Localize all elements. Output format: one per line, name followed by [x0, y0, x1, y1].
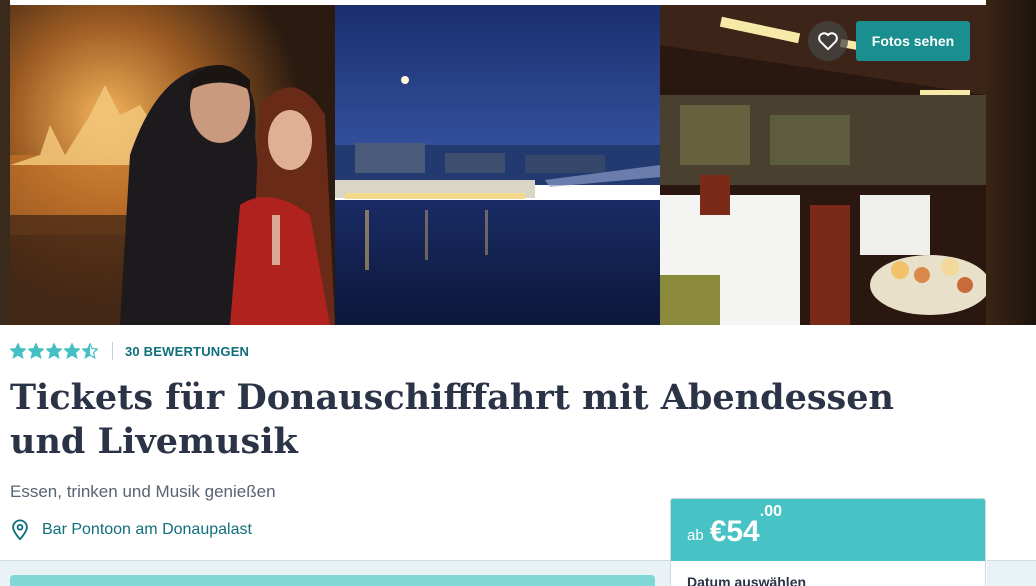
location-link[interactable]: Bar Pontoon am Donaupalast	[10, 519, 252, 541]
price-amount: €54	[709, 515, 760, 548]
photo-gallery: Fotos sehen	[0, 0, 1036, 325]
photo-couple-image	[10, 5, 335, 325]
rating-row: 30 BEWERTUNGEN	[10, 340, 249, 362]
reviews-count-link[interactable]: 30 BEWERTUNGEN	[125, 344, 249, 359]
photo-river-image	[335, 5, 660, 325]
see-photos-button[interactable]: Fotos sehen	[856, 21, 970, 61]
page-title: Tickets für Donauschifffahrt mit Abendes…	[10, 377, 894, 462]
price-header: ab €54 .00	[671, 499, 985, 561]
select-date-label[interactable]: Datum auswählen	[671, 561, 985, 586]
star-icon	[28, 343, 44, 359]
map-pin-icon	[12, 519, 28, 541]
page-subtitle: Essen, trinken und Musik genießen	[10, 482, 276, 501]
favorite-button[interactable]	[808, 21, 848, 61]
gallery-edge-right	[986, 0, 1036, 325]
gallery-edge-left	[0, 0, 10, 325]
booking-card: ab €54 .00 Datum auswählen	[670, 498, 986, 586]
price-prefix: ab	[687, 527, 704, 544]
content-section-background-right	[987, 560, 1036, 586]
star-icon	[10, 343, 26, 359]
star-icon	[82, 343, 98, 359]
star-icon	[64, 343, 80, 359]
heart-outline-icon	[818, 32, 838, 51]
price-cents: .00	[759, 503, 782, 520]
star-icon	[46, 343, 62, 359]
gallery-photo-couple[interactable]	[10, 5, 335, 325]
star-rating	[10, 343, 98, 359]
gallery-photo-river[interactable]	[335, 5, 660, 325]
location-label: Bar Pontoon am Donaupalast	[42, 521, 252, 538]
highlight-bar	[10, 575, 655, 586]
rating-divider	[112, 342, 113, 360]
